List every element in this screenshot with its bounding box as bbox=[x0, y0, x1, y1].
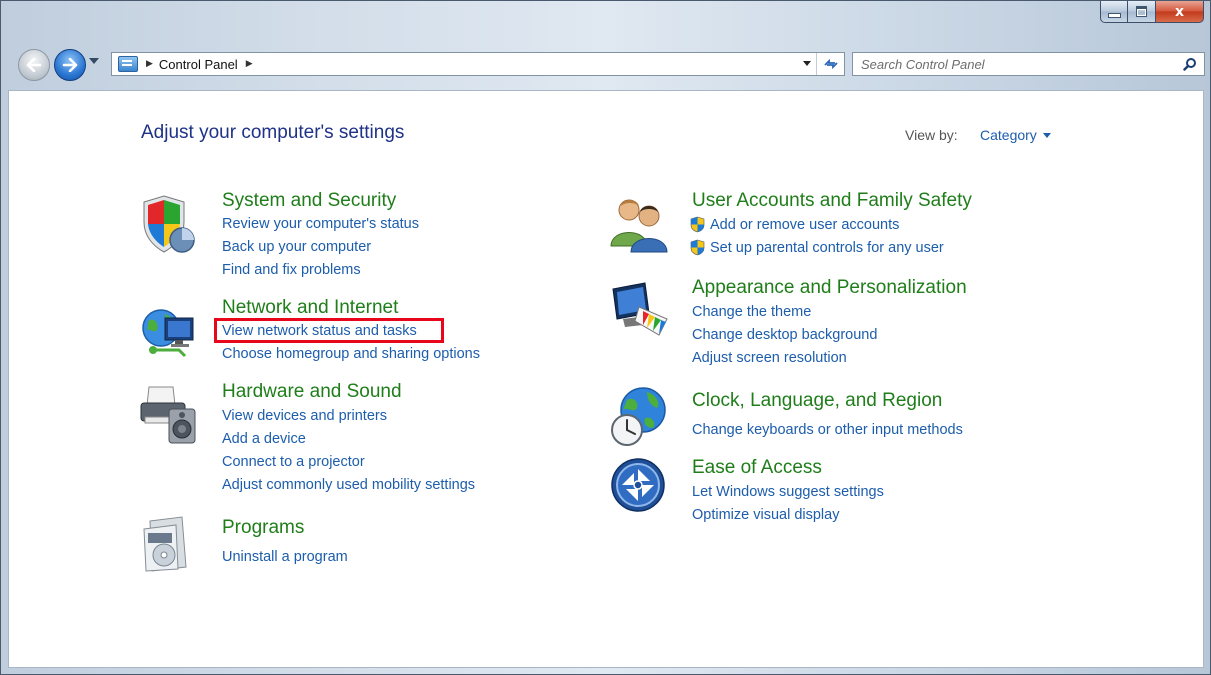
link-change-keyboards[interactable]: Change keyboards or other input methods bbox=[692, 422, 963, 438]
category-hardware-and-sound[interactable]: Hardware and Sound bbox=[222, 381, 402, 403]
search-input[interactable] bbox=[859, 53, 1180, 75]
navigation-bar: ▶ Control Panel ▶ bbox=[1, 45, 1210, 85]
link-homegroup-sharing[interactable]: Choose homegroup and sharing options bbox=[222, 346, 480, 362]
link-change-theme[interactable]: Change the theme bbox=[692, 304, 811, 320]
link-label[interactable]: Set up parental controls for any user bbox=[710, 240, 944, 256]
breadcrumb-control-panel[interactable]: Control Panel bbox=[159, 57, 238, 72]
globe-clock-icon[interactable] bbox=[609, 386, 671, 452]
uac-shield-icon bbox=[689, 216, 706, 233]
back-button[interactable] bbox=[18, 49, 50, 81]
view-by-label: View by: bbox=[905, 127, 958, 143]
window-controls: x bbox=[1100, 1, 1204, 23]
address-bar[interactable]: ▶ Control Panel ▶ bbox=[111, 52, 845, 76]
link-parental-controls[interactable]: Set up parental controls for any user bbox=[689, 239, 944, 256]
link-optimize-visual-display[interactable]: Optimize visual display bbox=[692, 507, 839, 523]
maximize-button[interactable] bbox=[1128, 1, 1156, 23]
search-box[interactable] bbox=[852, 52, 1205, 76]
view-by-value[interactable]: Category bbox=[980, 127, 1037, 143]
link-adjust-mobility-settings[interactable]: Adjust commonly used mobility settings bbox=[222, 477, 475, 493]
link-change-desktop-background[interactable]: Change desktop background bbox=[692, 327, 877, 343]
refresh-icon bbox=[823, 58, 838, 70]
network-globe-icon[interactable] bbox=[139, 306, 199, 366]
printer-speaker-icon[interactable] bbox=[139, 383, 197, 449]
link-uninstall-a-program[interactable]: Uninstall a program bbox=[222, 549, 348, 565]
breadcrumb-separator-icon[interactable]: ▶ bbox=[246, 59, 253, 69]
control-panel-icon bbox=[118, 56, 138, 72]
view-by-dropdown[interactable]: Category bbox=[980, 127, 1051, 143]
link-back-up-computer[interactable]: Back up your computer bbox=[222, 239, 371, 255]
monitor-palette-icon[interactable] bbox=[609, 281, 671, 343]
uac-shield-icon bbox=[689, 239, 706, 256]
recent-pages-dropdown[interactable] bbox=[89, 58, 99, 64]
minimize-button[interactable] bbox=[1100, 1, 1128, 23]
title-bar: x bbox=[1, 1, 1210, 41]
maximize-icon bbox=[1136, 6, 1147, 17]
ease-of-access-icon[interactable] bbox=[610, 457, 666, 519]
category-network-and-internet[interactable]: Network and Internet bbox=[222, 297, 398, 319]
forward-arrow-icon bbox=[62, 58, 78, 72]
link-view-devices-and-printers[interactable]: View devices and printers bbox=[222, 408, 387, 424]
category-clock-language-region[interactable]: Clock, Language, and Region bbox=[692, 390, 942, 412]
close-button[interactable]: x bbox=[1156, 1, 1204, 23]
link-let-windows-suggest-settings[interactable]: Let Windows suggest settings bbox=[692, 484, 884, 500]
category-user-accounts[interactable]: User Accounts and Family Safety bbox=[692, 190, 972, 212]
link-adjust-screen-resolution[interactable]: Adjust screen resolution bbox=[692, 350, 847, 366]
category-system-and-security[interactable]: System and Security bbox=[222, 190, 396, 212]
category-programs[interactable]: Programs bbox=[222, 517, 304, 539]
control-panel-window: x ▶ Control Panel ▶ Search Control Panel… bbox=[0, 0, 1211, 675]
search-icon[interactable] bbox=[1180, 54, 1200, 74]
minimize-icon bbox=[1107, 12, 1121, 18]
link-label[interactable]: Add or remove user accounts bbox=[710, 217, 899, 233]
main-content: Adjust your computer's settings View by:… bbox=[8, 90, 1204, 668]
page-title: Adjust your computer's settings bbox=[141, 122, 405, 143]
link-connect-to-projector[interactable]: Connect to a projector bbox=[222, 454, 365, 470]
link-add-remove-user-accounts[interactable]: Add or remove user accounts bbox=[689, 216, 899, 233]
forward-button[interactable] bbox=[54, 49, 86, 81]
programs-disc-icon[interactable] bbox=[142, 515, 194, 577]
link-add-a-device[interactable]: Add a device bbox=[222, 431, 306, 447]
refresh-button[interactable] bbox=[816, 53, 844, 75]
breadcrumb-separator-icon[interactable]: ▶ bbox=[146, 59, 153, 69]
address-dropdown-icon[interactable] bbox=[803, 61, 811, 66]
chevron-down-icon[interactable] bbox=[1042, 132, 1051, 138]
link-find-and-fix-problems[interactable]: Find and fix problems bbox=[222, 262, 361, 278]
category-appearance-personalization[interactable]: Appearance and Personalization bbox=[692, 277, 967, 299]
close-icon: x bbox=[1174, 3, 1185, 20]
users-icon[interactable] bbox=[609, 194, 673, 258]
link-review-computer-status[interactable]: Review your computer's status bbox=[222, 216, 419, 232]
back-arrow-icon bbox=[26, 58, 42, 72]
shield-icon[interactable] bbox=[139, 194, 197, 260]
link-view-network-status[interactable]: View network status and tasks bbox=[222, 323, 417, 339]
category-ease-of-access[interactable]: Ease of Access bbox=[692, 457, 822, 479]
